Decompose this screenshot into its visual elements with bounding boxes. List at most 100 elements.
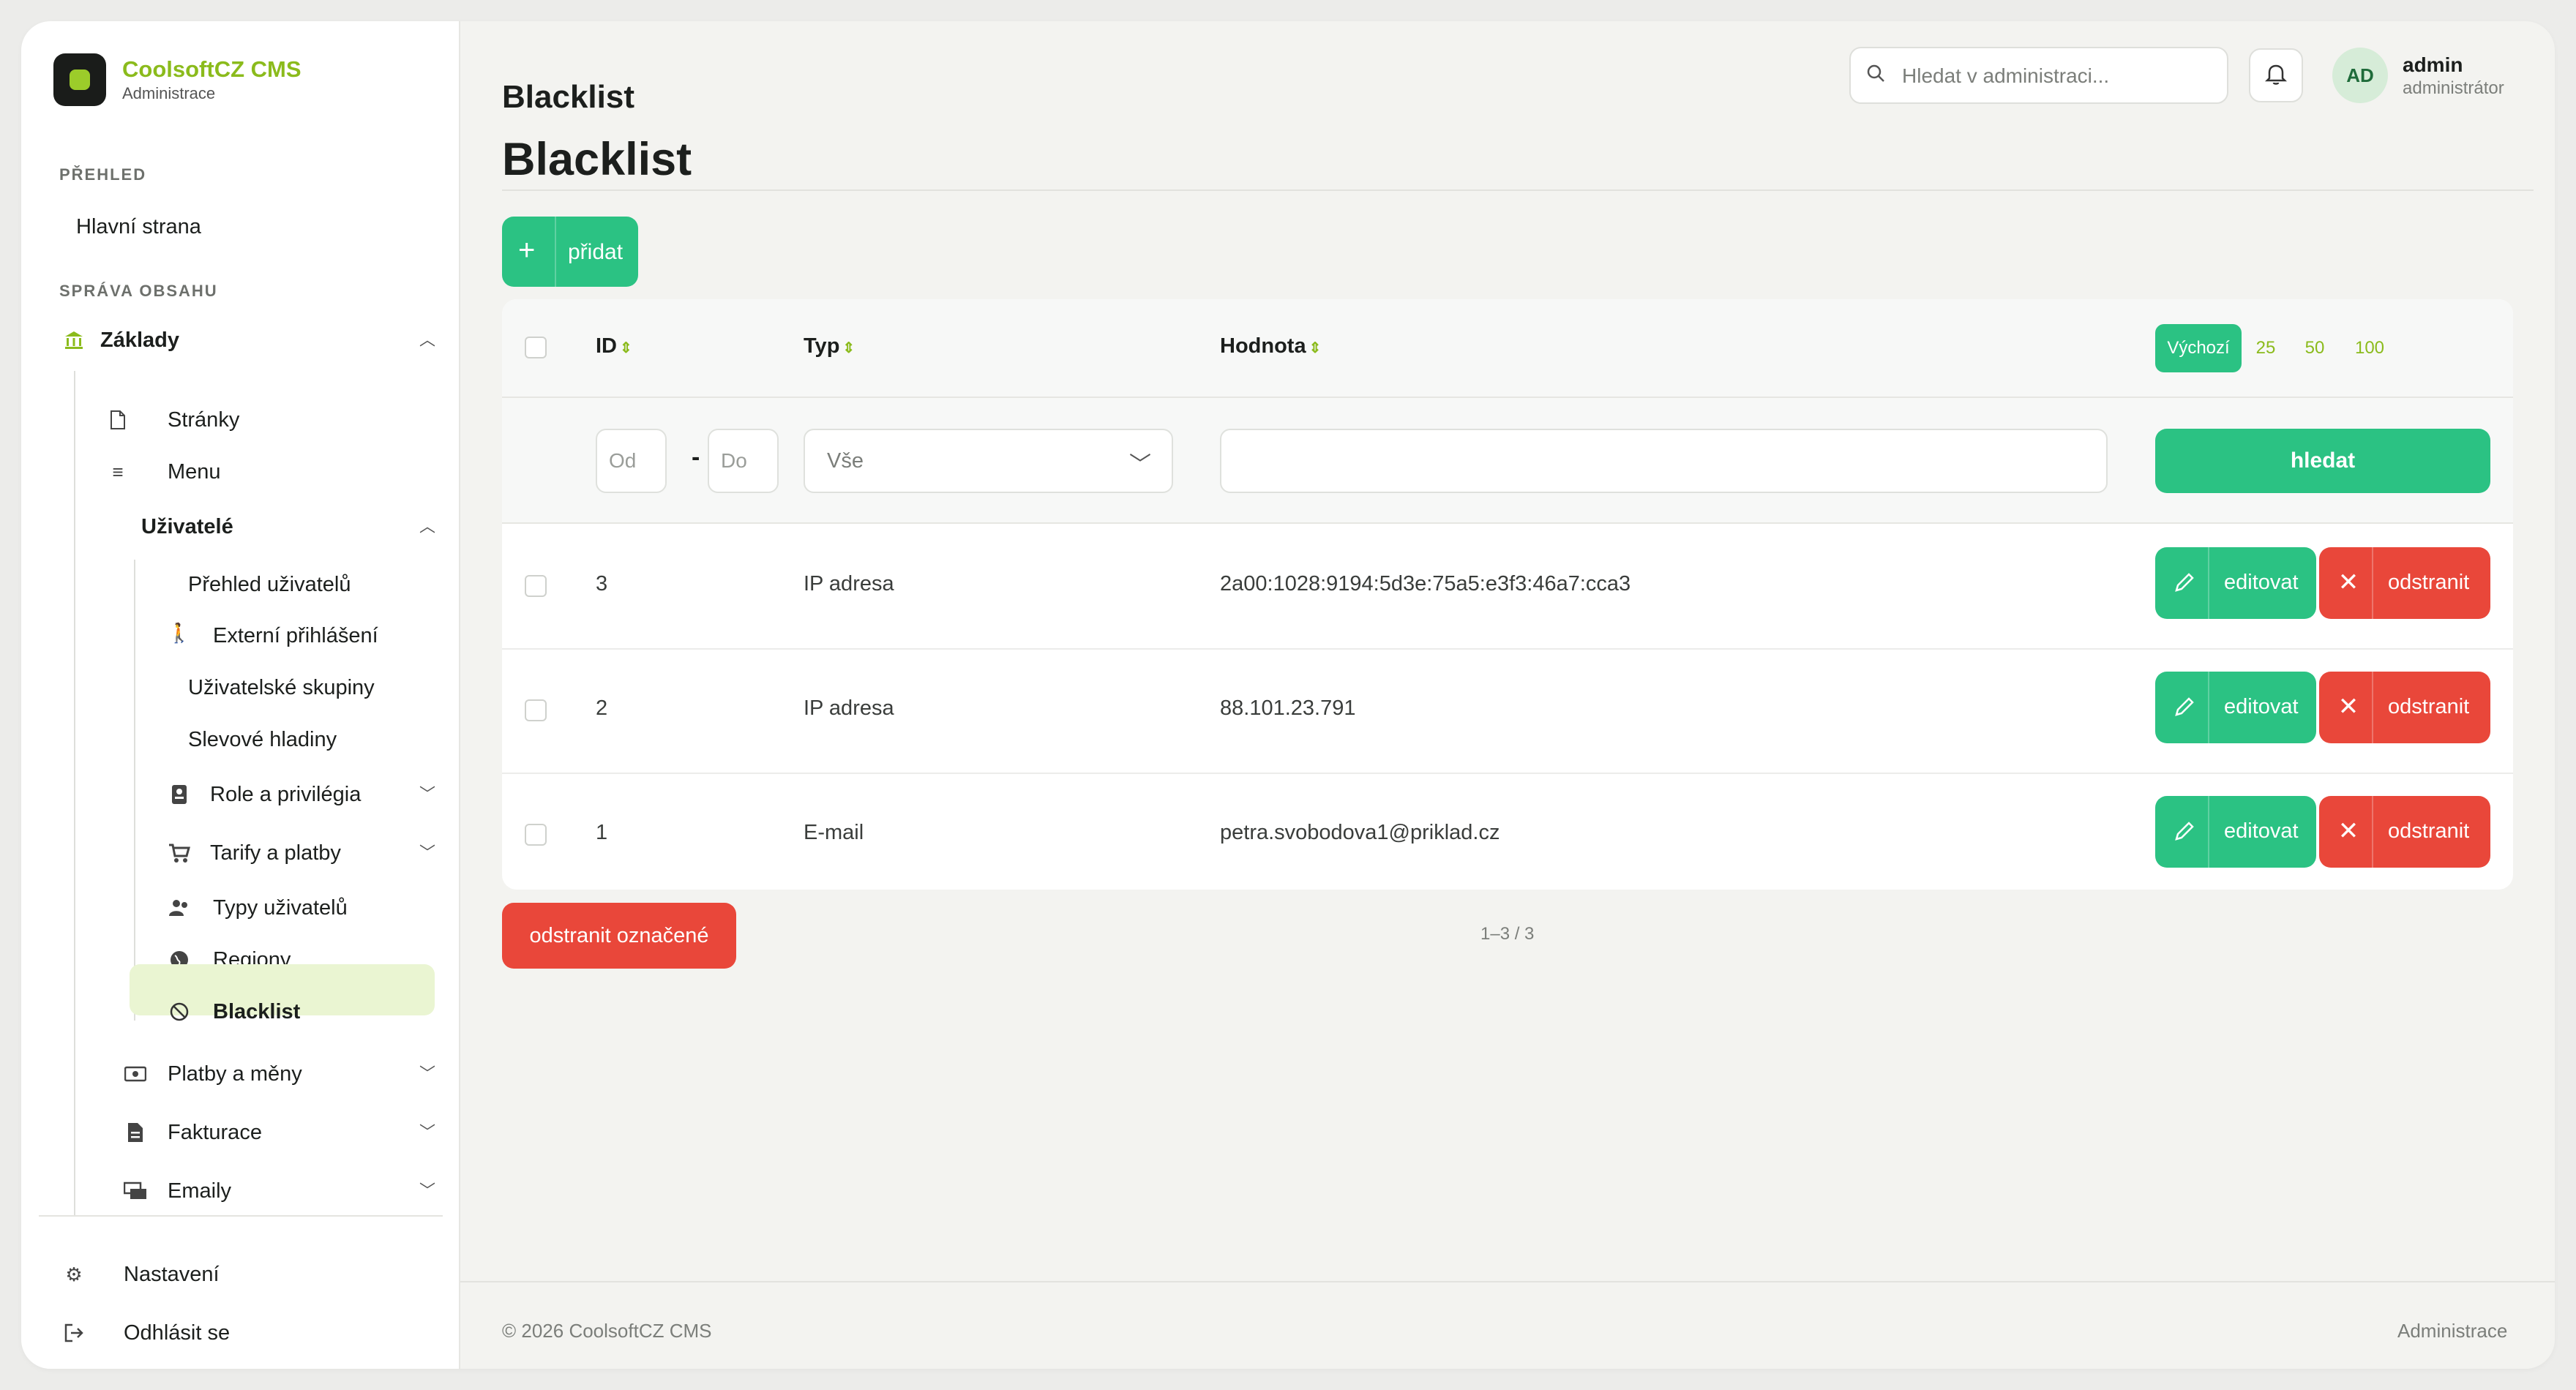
menu-icon: ≡ xyxy=(112,461,124,483)
column-header-type[interactable]: Typ ⇕ xyxy=(804,334,855,358)
sidebar-item-emaily[interactable]: Emaily ﹀ xyxy=(121,1176,440,1206)
heading-divider xyxy=(502,189,2534,191)
cell-value: 2a00:1028:9194:5d3e:75a5:e3f3:46a7:cca3 xyxy=(1220,572,1631,596)
sidebar-item-label: Fakturace xyxy=(168,1121,262,1144)
row-checkbox[interactable] xyxy=(525,699,547,721)
chevron-down-icon: ﹀ xyxy=(1129,453,1151,477)
button-divider xyxy=(555,217,556,287)
close-icon: ✕ xyxy=(2337,817,2359,845)
brand-subtitle: Administrace xyxy=(122,84,216,102)
pencil-icon xyxy=(2170,692,2199,721)
ban-icon xyxy=(165,997,194,1026)
type-select-value: Vše xyxy=(827,449,864,473)
select-all-checkbox[interactable] xyxy=(525,337,547,358)
edit-button[interactable]: editovat xyxy=(2155,547,2316,619)
sidebar-item-role[interactable]: Role a privilégia ﹀ xyxy=(165,780,440,809)
sidebar-item-label: Platby a měny xyxy=(168,1062,302,1086)
per-page-default[interactable]: Výchozí xyxy=(2155,324,2242,372)
id-from-input[interactable]: Od xyxy=(596,429,667,493)
chevron-up-icon: ︿ xyxy=(419,331,436,349)
per-page-50[interactable]: 50 xyxy=(2293,324,2337,372)
sidebar-item-label: Externí přihlášení xyxy=(213,624,378,647)
sort-icon: ⇕ xyxy=(620,340,632,356)
sidebar-item-fakturace[interactable]: Fakturace ﹀ xyxy=(121,1118,440,1147)
app-window: CoolsoftCZ CMS Administrace PŘEHLED Hlav… xyxy=(21,21,2555,1369)
cell-value: petra.svobodova1@priklad.cz xyxy=(1220,821,1500,844)
search-input[interactable]: Hledat v administraci... xyxy=(1849,47,2228,104)
row-checkbox[interactable] xyxy=(525,824,547,846)
cell-type: IP adresa xyxy=(804,572,894,596)
add-button[interactable]: + přidat xyxy=(502,217,638,287)
type-select[interactable]: Vše ﹀ xyxy=(804,429,1173,493)
delete-button[interactable]: ✕ odstranit xyxy=(2319,547,2490,619)
filter-row: Od - Do Vše ﹀ hledat xyxy=(502,398,2513,524)
sidebar-item-uzivatele[interactable]: Uživatelé ︿ xyxy=(141,512,440,541)
cell-id: 3 xyxy=(596,572,608,596)
blacklist-table: ID ⇕ Typ ⇕ Hodnota ⇕ Výchozí 25 50 100 Od -… xyxy=(502,299,2513,890)
close-icon: ✕ xyxy=(2337,693,2359,721)
sidebar-item-zaklady[interactable]: Základy ︿ xyxy=(59,326,440,355)
table-row: 3 IP adresa 2a00:1028:9194:5d3e:75a5:e3f… xyxy=(502,524,2513,650)
sidebar-item-uzivatelske-skupiny[interactable]: Uživatelské skupiny xyxy=(188,673,375,702)
id-to-input[interactable]: Do xyxy=(708,429,779,493)
user-name: admin xyxy=(2403,53,2463,76)
row-checkbox[interactable] xyxy=(525,575,547,597)
edit-button[interactable]: editovat xyxy=(2155,796,2316,868)
sidebar: CoolsoftCZ CMS Administrace PŘEHLED Hlav… xyxy=(21,21,460,1369)
column-label: ID xyxy=(596,334,617,358)
chevron-down-icon: ﹀ xyxy=(419,1182,436,1200)
notifications-button[interactable] xyxy=(2249,48,2303,102)
filter-search-button[interactable]: hledat xyxy=(2155,429,2490,493)
delete-label: odstranit xyxy=(2388,571,2470,594)
sidebar-item-label: Hlavní strana xyxy=(76,215,201,238)
sidebar-item-home[interactable]: Hlavní strana xyxy=(76,212,201,241)
logo-mark xyxy=(70,70,90,90)
value-input[interactable] xyxy=(1220,429,2108,493)
edit-label: editovat xyxy=(2224,695,2299,718)
sidebar-item-label: Základy xyxy=(100,328,179,352)
column-label: Hodnota xyxy=(1220,334,1306,358)
money-icon xyxy=(121,1059,150,1089)
button-divider xyxy=(2208,547,2209,619)
plus-icon: + xyxy=(518,234,536,266)
column-header-value[interactable]: Hodnota ⇕ xyxy=(1220,334,1321,358)
avatar[interactable]: AD xyxy=(2332,48,2388,103)
per-page-100[interactable]: 100 xyxy=(2345,324,2394,372)
search-icon xyxy=(1865,63,1892,89)
id-from-placeholder: Od xyxy=(609,449,637,472)
edit-label: editovat xyxy=(2224,819,2299,843)
cell-type: E-mail xyxy=(804,821,864,844)
chevron-down-icon: ﹀ xyxy=(419,1064,436,1083)
cell-value: 88.101.23.791 xyxy=(1220,696,1356,720)
cart-icon xyxy=(165,838,194,868)
mail-stack-icon xyxy=(121,1176,150,1206)
sidebar-item-label: Typy uživatelů xyxy=(213,896,348,920)
sidebar-item-label: Stránky xyxy=(168,408,240,432)
delete-button[interactable]: ✕ odstranit xyxy=(2319,672,2490,743)
column-header-id[interactable]: ID ⇕ xyxy=(596,334,632,358)
sidebar-item-label: Menu xyxy=(168,460,221,484)
footer-copyright: © 2026 CoolsoftCZ CMS xyxy=(502,1320,712,1342)
sidebar-item-tarify[interactable]: Tarify a platby ﹀ xyxy=(165,838,440,868)
per-page-25[interactable]: 25 xyxy=(2247,324,2284,372)
delete-button[interactable]: ✕ odstranit xyxy=(2319,796,2490,868)
sidebar-item-platby[interactable]: Platby a měny ﹀ xyxy=(121,1059,440,1089)
sidebar-item-prehled-uzivatelu[interactable]: Přehled uživatelů xyxy=(188,570,351,599)
id-badge-icon xyxy=(165,780,194,809)
table-row: 2 IP adresa 88.101.23.791 editovat ✕ ods… xyxy=(502,648,2513,774)
id-to-placeholder: Do xyxy=(721,449,747,472)
cell-id: 2 xyxy=(596,696,608,720)
bell-icon xyxy=(2264,62,2288,89)
footer-divider xyxy=(460,1281,2555,1282)
delete-selected-button[interactable]: odstranit označené xyxy=(502,903,736,969)
cell-type: IP adresa xyxy=(804,696,894,720)
pencil-icon xyxy=(2170,816,2199,846)
sidebar-item-slevove-hladiny[interactable]: Slevové hladiny xyxy=(188,725,337,754)
button-divider xyxy=(2372,672,2373,743)
edit-button[interactable]: editovat xyxy=(2155,672,2316,743)
logo[interactable] xyxy=(53,53,106,106)
column-label: Typ xyxy=(804,334,840,358)
search-placeholder: Hledat v administraci... xyxy=(1902,64,2110,87)
page-icon xyxy=(103,405,132,435)
sidebar-item-label: Tarify a platby xyxy=(210,841,341,865)
